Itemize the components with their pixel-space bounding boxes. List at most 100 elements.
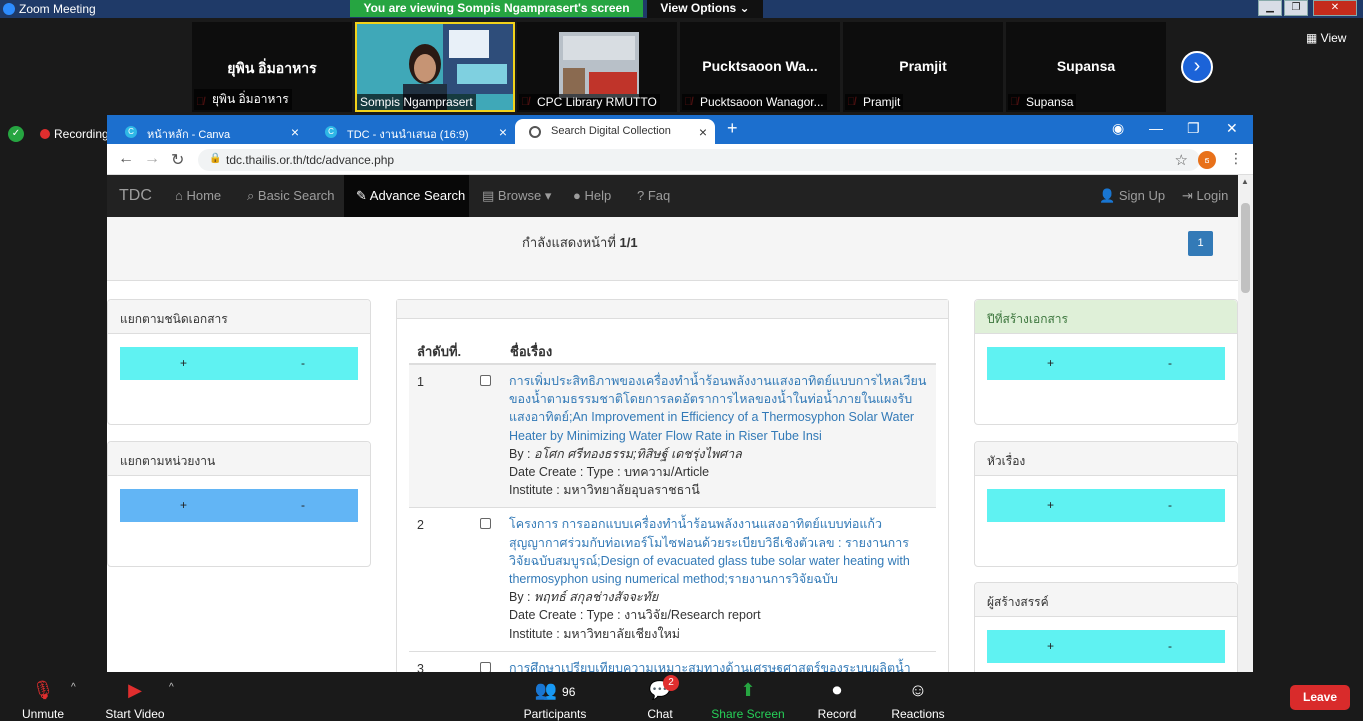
next-participants-button[interactable]: › <box>1181 51 1213 83</box>
tab-search-icon[interactable]: ◉ <box>1112 120 1124 137</box>
scroll-up-arrow-icon[interactable]: ▲ <box>1241 177 1249 186</box>
collapse-minus-button[interactable]: - <box>301 356 305 370</box>
participant-tile[interactable]: Pramjit 🎙̸ Pramjit <box>843 22 1003 112</box>
video-options-caret-icon[interactable]: ^ <box>169 682 174 693</box>
nav-sign-up[interactable]: 👤 Sign Up <box>1099 188 1165 204</box>
expand-plus-button[interactable]: + <box>1047 498 1054 512</box>
reload-icon[interactable]: ↻ <box>171 150 184 170</box>
facet-toggle[interactable]: + - <box>120 489 358 522</box>
browser-restore-button[interactable]: ❐ <box>1187 120 1200 137</box>
nav-advance-search[interactable]: ✎ Advance Search <box>344 175 469 217</box>
search-icon: ⌕ <box>247 188 258 203</box>
view-options-button[interactable]: View Options ⌄ <box>647 0 763 18</box>
table-row: 2 โครงการ การออกแบบเครื่องทำน้ำร้อนพลังง… <box>409 508 936 652</box>
browser-tab-canva-home[interactable]: C หน้าหลัก - Canva × <box>111 119 307 144</box>
collapse-minus-button[interactable]: - <box>1168 639 1172 653</box>
expand-plus-button[interactable]: + <box>180 498 187 512</box>
row-checkbox[interactable] <box>480 518 491 530</box>
expand-plus-button[interactable]: + <box>1047 356 1054 370</box>
browser-minimize-button[interactable]: — <box>1149 120 1163 136</box>
url-text: tdc.thailis.or.th/tdc/advance.php <box>226 153 395 167</box>
lock-icon: 🔒 <box>209 153 222 164</box>
profile-avatar[interactable]: ธ <box>1198 151 1216 169</box>
close-tab-icon[interactable]: × <box>699 124 707 140</box>
close-tab-icon[interactable]: × <box>499 124 507 140</box>
minimize-button[interactable]: ▁ <box>1258 0 1282 16</box>
share-screen-button[interactable]: ⬆ Share Screen <box>710 678 786 721</box>
participant-name: ยุพิน อิ่มอาหาร <box>227 60 317 76</box>
page-1-button[interactable]: 1 <box>1188 231 1213 256</box>
facet-toggle[interactable]: + - <box>987 347 1225 380</box>
participant-name: Pramjit <box>899 58 947 74</box>
grid-icon: ▦ <box>1306 31 1321 45</box>
facet-toggle[interactable]: + - <box>120 347 358 380</box>
browser-tab-search-digital-collection[interactable]: Search Digital Collection × <box>515 119 715 144</box>
collapse-minus-button[interactable]: - <box>1168 498 1172 512</box>
collapse-minus-button[interactable]: - <box>1168 356 1172 370</box>
view-layout-button[interactable]: ▦ View <box>1306 31 1346 45</box>
nav-faq[interactable]: ? Faq <box>637 188 670 203</box>
participant-tile[interactable]: 🎙̸ CPC Library RMUTTO <box>517 22 677 112</box>
row-checkbox[interactable] <box>480 661 491 672</box>
expand-plus-button[interactable]: + <box>1047 639 1054 653</box>
record-button[interactable]: ⏺ Record <box>814 678 860 721</box>
participant-tile[interactable]: Pucktsaoon Wa... 🎙̸ Pucktsaoon Wanagor..… <box>680 22 840 112</box>
nav-basic-search[interactable]: ⌕ Basic Search <box>247 188 335 204</box>
collapse-minus-button[interactable]: - <box>301 498 305 512</box>
back-arrow-icon[interactable]: ← <box>118 150 134 168</box>
browser-close-button[interactable]: ✕ <box>1226 120 1238 137</box>
leave-meeting-button[interactable]: Leave <box>1290 685 1350 710</box>
facet-toggle[interactable]: + - <box>987 489 1225 522</box>
smiley-plus-icon: ☺ <box>908 680 928 700</box>
close-tab-icon[interactable]: × <box>291 124 299 140</box>
expand-plus-button[interactable]: + <box>180 356 187 370</box>
mic-muted-icon: 🎙 <box>31 680 55 700</box>
participants-icon: 👥 96 <box>534 680 576 700</box>
tdc-website: TDC ⌂ Home ⌕ Basic Search ✎ Advance Sear… <box>107 175 1238 672</box>
recording-indicator[interactable]: Recording <box>40 127 109 141</box>
unmute-button[interactable]: 🎙 Unmute <box>14 678 72 721</box>
bookmark-star-icon[interactable]: ☆ <box>1175 151 1188 169</box>
brand-link[interactable]: TDC <box>119 187 152 205</box>
caret-down-icon: ▾ <box>541 188 552 203</box>
participant-tile[interactable]: ยุพิน อิ่มอาหาร 🎙̸ ยุพิน อิ่มอาหาร <box>192 22 352 112</box>
nav-browse-dropdown[interactable]: ▤ Browse ▾ <box>482 188 551 204</box>
canva-favicon-icon: C <box>125 126 137 138</box>
nav-help[interactable]: ● Help <box>573 188 611 203</box>
participant-nametag: Supansa <box>1008 94 1077 110</box>
browser-menu-icon[interactable]: ⋮ <box>1229 150 1243 167</box>
result-title-link[interactable]: โครงการ การออกแบบเครื่องทำน้ำร้อนพลังงาน… <box>509 515 929 588</box>
participant-tile[interactable]: Supansa 🎙̸ Supansa <box>1006 22 1166 112</box>
forward-arrow-icon[interactable]: → <box>144 150 160 168</box>
table-row: 3 การศึกษาเปรียบเทียบความเหมาะสมทางด้านเ… <box>409 652 936 672</box>
participant-tile-active-speaker[interactable]: Sompis Ngamprasert <box>355 22 515 112</box>
table-row: 1 การเพิ่มประสิทธิภาพของเครื่องทำน้ำร้อน… <box>409 365 936 509</box>
start-video-button[interactable]: ▶ Start Video <box>100 678 170 721</box>
zoom-meeting-controls: 🎙 Unmute ^ ▶ Start Video ^ 👥 96 Particip… <box>0 672 1363 721</box>
facet-toggle[interactable]: + - <box>987 630 1225 663</box>
panel-heading: ผู้สร้างสรรค์ <box>975 583 1237 617</box>
close-window-button[interactable]: ✕ <box>1313 0 1357 16</box>
login-icon: ⇥ <box>1182 188 1197 203</box>
maximize-button[interactable]: ❐ <box>1284 0 1308 16</box>
browser-toolbar: ← → ↻ 🔒 tdc.thailis.or.th/tdc/advance.ph… <box>107 144 1253 175</box>
security-shield-icon: ✓ <box>8 126 24 142</box>
participant-nametag: Sompis Ngamprasert <box>357 94 476 110</box>
address-bar[interactable]: 🔒 tdc.thailis.or.th/tdc/advance.php ☆ <box>198 149 1200 171</box>
reactions-button[interactable]: ☺ Reactions <box>888 678 948 721</box>
panel-heading: ปีที่สร้างเอกสาร <box>975 300 1237 334</box>
audio-options-caret-icon[interactable]: ^ <box>71 682 76 693</box>
browser-tab-bar: C หน้าหลัก - Canva × C TDC - งานนำเสนอ (… <box>107 115 1253 144</box>
scrollbar-thumb[interactable] <box>1241 203 1250 293</box>
page-scrollbar[interactable]: ▲ <box>1238 175 1253 672</box>
row-checkbox[interactable] <box>480 375 491 386</box>
new-tab-button[interactable]: + <box>727 118 738 139</box>
result-title-link[interactable]: การเพิ่มประสิทธิภาพของเครื่องทำน้ำร้อนพล… <box>509 372 929 445</box>
nav-login[interactable]: ⇥ Login <box>1182 188 1228 204</box>
result-title-link[interactable]: การศึกษาเปรียบเทียบความเหมาะสมทางด้านเศร… <box>509 659 929 672</box>
nav-home[interactable]: ⌂ Home <box>175 188 221 203</box>
participants-button[interactable]: 👥 96 Participants <box>518 678 592 721</box>
filter-panel-document-type: แยกตามชนิดเอกสาร + - <box>107 299 371 425</box>
panel-heading: แยกตามหน่วยงาน <box>108 442 370 476</box>
browser-tab-canva-presentation[interactable]: C TDC - งานนำเสนอ (16:9) × <box>311 119 515 144</box>
